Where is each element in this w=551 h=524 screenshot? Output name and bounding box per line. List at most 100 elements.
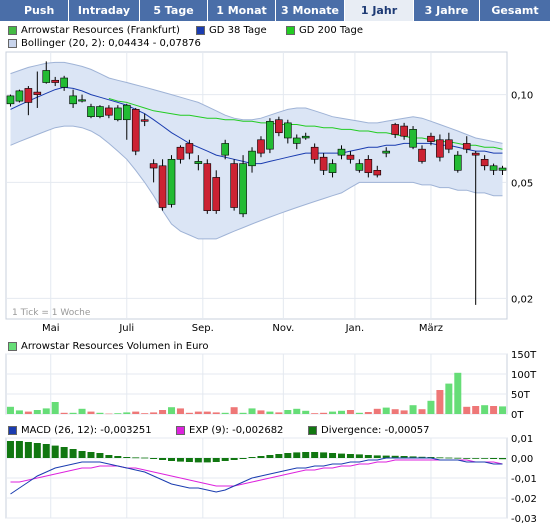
divergence-bar (141, 457, 149, 459)
candle (87, 106, 95, 117)
candle (310, 146, 319, 160)
divergence-bar (346, 454, 354, 458)
macd-ytick-label: -0,01 (511, 474, 537, 485)
volume-bar (337, 410, 345, 414)
tab-intraday[interactable]: Intraday (69, 0, 140, 21)
tab-5-tage[interactable]: 5 Tage (140, 0, 208, 21)
volume-bar (141, 413, 149, 414)
volume-bar (168, 407, 176, 414)
tab-1-jahr[interactable]: 1 Jahr (345, 0, 414, 21)
price-xtick-label: Juli (118, 323, 134, 334)
candle (489, 165, 498, 171)
volume-bar (293, 408, 301, 414)
candle (78, 99, 86, 102)
volume-bar (311, 413, 319, 414)
price-chart: Mai Juli Sep. Nov. Jan. März 0,10 0,05 0,02 (5, 51, 533, 334)
candle (105, 107, 113, 116)
macd-ytick-label: 0,00 (511, 454, 533, 465)
candle (391, 124, 399, 135)
tab-gesamt[interactable]: Gesamt (480, 0, 551, 21)
divergence-bar (159, 458, 167, 460)
divergence-bar (302, 452, 310, 458)
candle (409, 129, 417, 148)
volume-bar (400, 410, 408, 414)
candle (122, 104, 131, 121)
divergence-bar (499, 458, 507, 460)
candle (149, 163, 158, 169)
divergence-bar (481, 458, 489, 459)
tab-3-jahre[interactable]: 3 Jahre (414, 0, 480, 21)
macd-chart: 0,01 0,00 -0,01 -0,02 -0,03 (5, 434, 537, 524)
divergence-bar (311, 452, 319, 458)
volume-bar (105, 413, 113, 415)
bollinger-upper-line (10, 61, 503, 144)
legend-divergence-label: Divergence: -0,00057 (321, 425, 430, 436)
volume-bar (427, 400, 435, 414)
candle (301, 135, 310, 139)
candle (212, 177, 221, 211)
volume-bar (96, 412, 104, 414)
candle (230, 163, 238, 208)
volume-ytick-label: 50T (511, 390, 531, 401)
divergence-bar (248, 457, 256, 458)
candle (69, 95, 77, 105)
volume-bar (230, 407, 238, 414)
divergence-bar (284, 453, 292, 458)
volume-ytick-label: 150T (511, 350, 537, 361)
divergence-bar (51, 445, 59, 458)
divergence-bar (176, 458, 184, 462)
divergence-bar (275, 454, 283, 458)
candle (471, 152, 480, 156)
divergence-bar (293, 452, 301, 458)
tab-push[interactable]: Push (0, 0, 69, 21)
candle (373, 170, 382, 176)
candle (203, 163, 212, 211)
price-ytick-label: 0,10 (511, 91, 533, 102)
volume-bar (159, 410, 167, 414)
divergence-bar (382, 455, 390, 458)
candle (60, 77, 68, 88)
candle (364, 158, 373, 173)
legend-exp-label: EXP (9): -0,002682 (189, 425, 284, 436)
divergence-bar (355, 454, 363, 458)
volume-bar (78, 408, 86, 414)
legend-volume: Arrowstar Resources Volumen in Euro (8, 341, 208, 352)
tab-1-monat[interactable]: 1 Monat (208, 0, 276, 21)
legend-macd: MACD (26, 12): -0,003251 (8, 425, 152, 436)
volume-chart: 150T 100T 50T 0T (5, 350, 537, 421)
divergence-bar (445, 457, 453, 459)
volume-bar (203, 411, 211, 414)
volume-bar (15, 410, 23, 414)
divergence-bar (472, 458, 480, 459)
tick-note: 1 Tick = 1 Woche (12, 308, 91, 318)
legend-macd-label: MACD (26, 12): -0,003251 (21, 425, 152, 436)
candle (24, 88, 33, 103)
candle (33, 91, 42, 95)
candle (337, 148, 346, 156)
exp-swatch (176, 426, 185, 435)
candle (284, 122, 292, 139)
volume-bar (239, 412, 247, 414)
macd-swatch (8, 426, 17, 435)
candle (42, 70, 51, 83)
divergence-bar (418, 456, 426, 458)
candle (462, 143, 471, 150)
volume-bar (355, 412, 363, 414)
volume-bar (490, 406, 498, 414)
tab-3-monate[interactable]: 3 Monate (276, 0, 345, 21)
volume-bar (42, 408, 50, 414)
volume-bar (150, 412, 158, 414)
divergence-bar (132, 457, 140, 459)
candle (96, 106, 104, 117)
volume-bar (382, 407, 390, 414)
price-xtick-label: März (419, 323, 443, 334)
divergence-bar (391, 455, 399, 458)
volume-bar (212, 412, 220, 414)
macd-ytick-label: -0,03 (511, 514, 537, 524)
candle (418, 148, 426, 162)
divergence-bar (60, 447, 68, 458)
legend-bollinger: Bollinger (20, 2): 0,04434 - 0,07876 (8, 38, 201, 49)
candle (51, 79, 60, 83)
divergence-bar (123, 457, 131, 458)
price-swatch (8, 26, 17, 35)
